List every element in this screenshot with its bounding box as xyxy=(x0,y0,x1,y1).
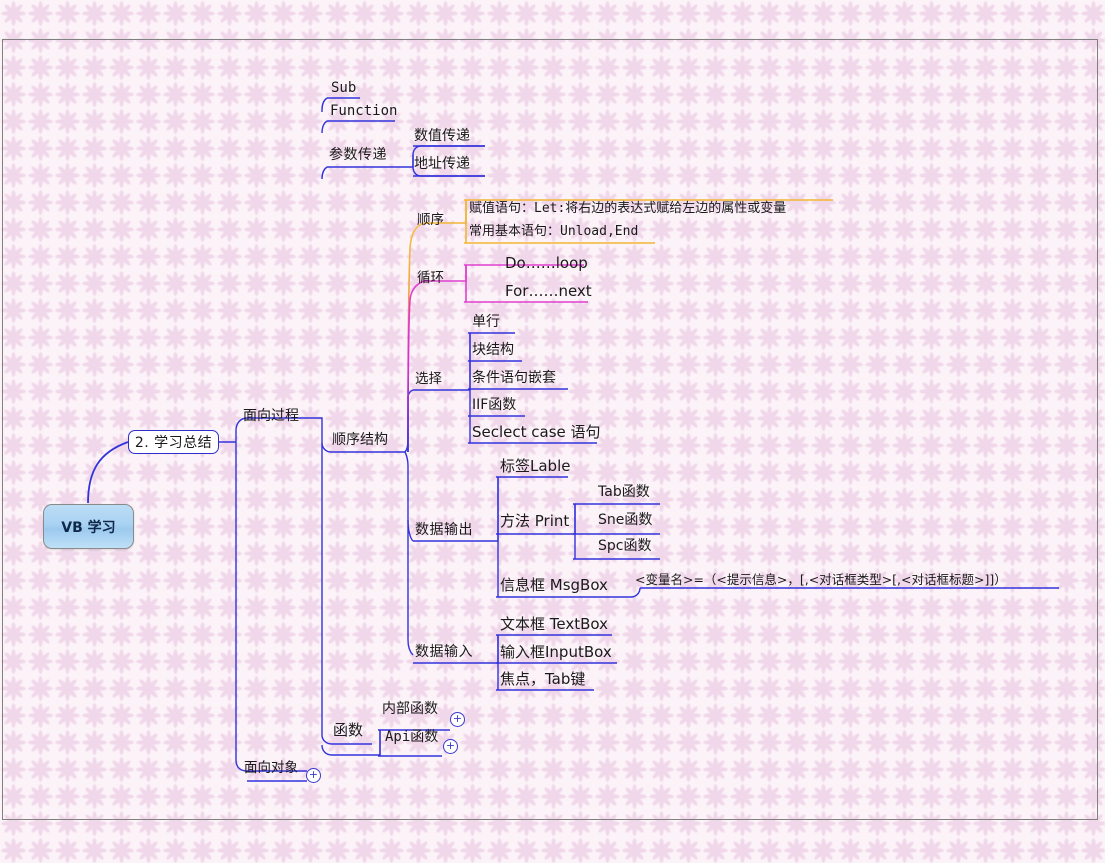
node-function-keyword[interactable]: Function xyxy=(330,103,397,119)
node-textbox[interactable]: 文本框 TextBox xyxy=(500,616,608,633)
node-selection[interactable]: 选择 xyxy=(415,372,442,387)
node-internal-function[interactable]: 内部函数 xyxy=(382,701,438,717)
node-pass-by-value[interactable]: 数值传递 xyxy=(414,128,470,144)
node-data-output[interactable]: 数据输出 xyxy=(415,522,473,538)
node-study-summary[interactable]: 2. 学习总结 xyxy=(128,430,219,454)
root-node[interactable]: VB 学习 xyxy=(43,504,134,549)
node-spc-function[interactable]: Spc函数 xyxy=(598,538,651,554)
expand-icon-object-oriented[interactable]: + xyxy=(306,768,321,783)
node-tab-function[interactable]: Tab函数 xyxy=(598,484,650,500)
root-node-label: VB 学习 xyxy=(61,519,116,536)
expand-icon-api-function[interactable]: + xyxy=(443,739,458,754)
node-sequence-structure[interactable]: 顺序结构 xyxy=(332,432,388,448)
node-msgbox-syntax[interactable]: <变量名>=（<提示信息>，[,<对话框类型>[,<对话框标题>]]） xyxy=(635,573,1007,587)
node-iif-function[interactable]: IIF函数 xyxy=(472,397,516,413)
node-study-summary-label: 2. 学习总结 xyxy=(134,435,213,451)
node-object-oriented[interactable]: 面向对象 xyxy=(244,761,298,776)
node-pass-by-address[interactable]: 地址传递 xyxy=(414,156,470,172)
node-functions[interactable]: 函数 xyxy=(333,722,363,739)
node-for-next[interactable]: For……next xyxy=(505,283,592,300)
node-order[interactable]: 顺序 xyxy=(417,213,444,228)
node-focus-tab-key[interactable]: 焦点，Tab键 xyxy=(500,671,585,688)
node-do-loop[interactable]: Do……loop xyxy=(505,255,588,272)
node-label-control[interactable]: 标签Lable xyxy=(500,458,570,475)
node-msgbox[interactable]: 信息框 MsgBox xyxy=(500,577,608,594)
expand-icon-internal-function[interactable]: + xyxy=(450,712,465,727)
node-block-structure[interactable]: 块结构 xyxy=(472,342,514,358)
node-sub[interactable]: Sub xyxy=(331,80,356,96)
node-conditional-nesting[interactable]: 条件语句嵌套 xyxy=(472,370,556,386)
node-loop[interactable]: 循环 xyxy=(417,271,444,286)
node-inputbox[interactable]: 输入框InputBox xyxy=(500,644,612,661)
node-select-case-statement[interactable]: Seclect case 语句 xyxy=(472,424,601,441)
node-assignment-statement[interactable]: 赋值语句：Let:将右边的表达式赋给左边的属性或变量 xyxy=(469,201,786,216)
node-single-line[interactable]: 单行 xyxy=(472,314,500,330)
node-common-basic-statement[interactable]: 常用基本语句：Unload,End xyxy=(469,224,638,239)
node-data-input[interactable]: 数据输入 xyxy=(415,644,473,660)
node-parameter-passing[interactable]: 参数传递 xyxy=(329,147,387,163)
node-print-method[interactable]: 方法 Print xyxy=(500,513,569,530)
node-process-oriented[interactable]: 面向过程 xyxy=(243,408,299,424)
node-sne-function[interactable]: Sne函数 xyxy=(598,512,652,528)
node-api-function[interactable]: Api函数 xyxy=(385,729,438,745)
